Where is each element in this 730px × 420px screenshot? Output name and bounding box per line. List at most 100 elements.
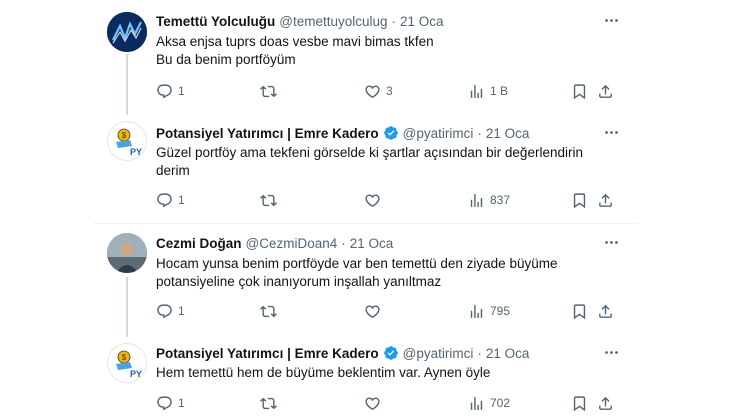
display-name[interactable]: Temettü Yolculuğu bbox=[156, 14, 275, 29]
views-icon bbox=[468, 395, 485, 412]
share-button[interactable] bbox=[597, 81, 614, 101]
reply-count: 1 bbox=[178, 84, 185, 98]
reply-button[interactable]: 1 bbox=[156, 190, 185, 210]
more-icon bbox=[603, 234, 620, 251]
views-button[interactable]: 837 bbox=[468, 190, 510, 210]
avatar[interactable]: $ PY bbox=[107, 343, 147, 383]
more-icon bbox=[603, 124, 620, 141]
views-count: 1 B bbox=[490, 84, 509, 98]
views-button[interactable]: 702 bbox=[468, 393, 510, 413]
tweet-temettu-yolculugu[interactable]: Temettü Yolculuğu @temettuyolculug · 21 … bbox=[0, 0, 730, 115]
views-count: 795 bbox=[490, 304, 511, 318]
reply-count: 1 bbox=[178, 304, 185, 318]
share-button[interactable] bbox=[597, 301, 614, 321]
heart-icon bbox=[364, 395, 381, 412]
svg-text:PY: PY bbox=[130, 369, 142, 379]
more-options-button[interactable] bbox=[601, 342, 621, 362]
thread-line bbox=[126, 54, 128, 115]
bookmark-icon bbox=[571, 192, 588, 209]
bookmark-button[interactable] bbox=[571, 81, 588, 101]
verified-badge-icon bbox=[383, 345, 399, 361]
chart-logo-icon bbox=[107, 12, 147, 52]
reply-button[interactable]: 1 bbox=[156, 393, 185, 413]
tweet-potansiyel-yatirimci-1[interactable]: $ PY Potansiyel Yatırımcı | Emre Kadero … bbox=[0, 115, 730, 225]
bookmark-button[interactable] bbox=[571, 190, 588, 210]
more-options-button[interactable] bbox=[601, 10, 621, 30]
handle[interactable]: @temettuyolculug bbox=[279, 14, 387, 29]
display-name[interactable]: Potansiyel Yatırımcı | Emre Kadero bbox=[156, 346, 379, 361]
tweet-header: Potansiyel Yatırımcı | Emre Kadero @pyat… bbox=[156, 123, 529, 143]
views-button[interactable]: 1 B bbox=[468, 81, 508, 101]
views-icon bbox=[468, 192, 485, 209]
tweet-text-line: Aksa enjsa tuprs doas vesbe mavi bimas t… bbox=[156, 34, 434, 49]
reply-button[interactable]: 1 bbox=[156, 301, 185, 321]
timestamp[interactable]: 21 Oca bbox=[486, 346, 530, 361]
tweet-text-line: Güzel portföy ama tekfeni görselde ki şa… bbox=[156, 145, 583, 160]
like-button[interactable] bbox=[364, 393, 386, 413]
tweet-text-line: potansiyeline çok inanıyorum inşallah ya… bbox=[156, 274, 442, 289]
timestamp[interactable]: 21 Oca bbox=[486, 126, 530, 141]
more-options-button[interactable] bbox=[601, 122, 621, 142]
user-photo-icon bbox=[107, 233, 147, 273]
tweet-text-line: Hocam yunsa benim portföyde var ben teme… bbox=[156, 256, 558, 271]
more-icon bbox=[603, 344, 620, 361]
views-button[interactable]: 795 bbox=[468, 301, 510, 321]
retweet-button[interactable] bbox=[260, 393, 282, 413]
heart-icon bbox=[364, 83, 381, 100]
like-button[interactable]: 3 bbox=[364, 81, 393, 101]
separator-dot: · bbox=[391, 13, 397, 29]
retweet-button[interactable] bbox=[260, 81, 282, 101]
display-name[interactable]: Potansiyel Yatırımcı | Emre Kadero bbox=[156, 126, 379, 141]
retweet-button[interactable] bbox=[260, 301, 282, 321]
timestamp[interactable]: 21 Oca bbox=[400, 14, 444, 29]
tweet-text-line: Bu da benim portföyüm bbox=[156, 52, 296, 67]
separator-dot: · bbox=[477, 345, 482, 361]
separator-dot: · bbox=[341, 235, 346, 251]
bookmark-icon bbox=[571, 83, 588, 100]
handle[interactable]: @pyatirimci bbox=[403, 126, 474, 141]
handle[interactable]: @CezmiDoan4 bbox=[246, 236, 338, 251]
avatar[interactable]: $ PY bbox=[107, 121, 147, 161]
share-icon bbox=[597, 303, 614, 320]
like-button[interactable] bbox=[364, 190, 386, 210]
views-icon bbox=[468, 303, 485, 320]
separator-dot: · bbox=[477, 125, 482, 141]
views-count: 837 bbox=[490, 193, 511, 207]
reply-icon bbox=[156, 303, 173, 320]
handle[interactable]: @pyatirimci bbox=[403, 346, 474, 361]
more-icon bbox=[603, 12, 620, 29]
more-options-button[interactable] bbox=[601, 232, 621, 252]
bookmark-button[interactable] bbox=[571, 393, 588, 413]
display-name[interactable]: Cezmi Doğan bbox=[156, 236, 242, 251]
action-bar: 1 837 bbox=[156, 190, 596, 210]
tweet-header: Potansiyel Yatırımcı | Emre Kadero @pyat… bbox=[156, 343, 529, 363]
tweet-header: Temettü Yolculuğu @temettuyolculug · 21 … bbox=[156, 11, 444, 31]
retweet-icon bbox=[260, 192, 277, 209]
share-button[interactable] bbox=[597, 393, 614, 413]
bookmark-icon bbox=[571, 395, 588, 412]
heart-icon bbox=[364, 192, 381, 209]
tweet-cezmi-dogan[interactable]: Cezmi Doğan @CezmiDoan4 · 21 Oca Hocam y… bbox=[0, 224, 730, 337]
action-bar: 1 3 1 B bbox=[156, 81, 596, 101]
reply-icon bbox=[156, 395, 173, 412]
share-button[interactable] bbox=[597, 190, 614, 210]
svg-text:$: $ bbox=[122, 353, 127, 362]
avatar[interactable] bbox=[107, 233, 147, 273]
retweet-button[interactable] bbox=[260, 190, 282, 210]
share-icon bbox=[597, 395, 614, 412]
tweet-text: Aksa enjsa tuprs doas vesbe mavi bimas t… bbox=[156, 33, 434, 69]
views-count: 702 bbox=[490, 396, 511, 410]
tweet-potansiyel-yatirimci-2[interactable]: $ PY Potansiyel Yatırımcı | Emre Kadero … bbox=[0, 337, 730, 420]
timestamp[interactable]: 21 Oca bbox=[350, 236, 394, 251]
reply-icon bbox=[156, 192, 173, 209]
tweet-text-line: Hem temettü hem de büyüme beklentim var.… bbox=[156, 365, 491, 380]
retweet-icon bbox=[260, 303, 277, 320]
bookmark-button[interactable] bbox=[571, 301, 588, 321]
tweet-text-line: derim bbox=[156, 163, 190, 178]
like-button[interactable] bbox=[364, 301, 386, 321]
views-icon bbox=[468, 83, 485, 100]
avatar[interactable] bbox=[107, 12, 147, 52]
reply-count: 1 bbox=[178, 193, 185, 207]
reply-button[interactable]: 1 bbox=[156, 81, 185, 101]
tweet-text: Hem temettü hem de büyüme beklentim var.… bbox=[156, 364, 490, 382]
